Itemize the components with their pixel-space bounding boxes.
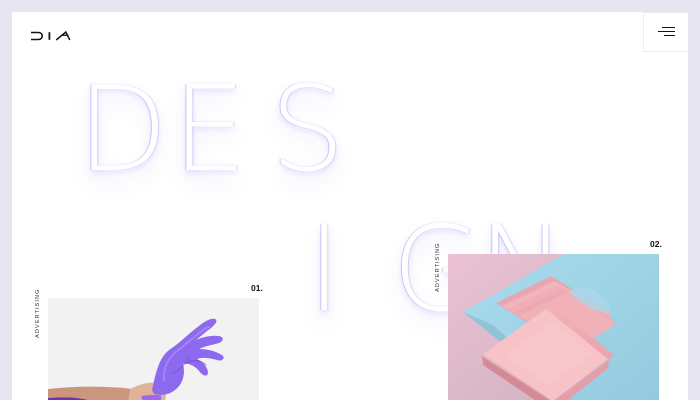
pink-business-cards-project-card[interactable] [448,254,659,400]
project-number-two: 02. [650,239,662,249]
dia-logo-icon [31,30,71,41]
project-category-two: ADVERTISING [435,242,441,292]
project-number-one: 01. [251,283,263,293]
hero-letter-d: D [77,60,168,198]
dia-logo[interactable] [30,30,72,42]
menu-line [657,31,675,33]
menu-button[interactable] [643,12,688,52]
hero-letter-e: E [172,60,247,198]
design-page: D E S I G N 01. ADVERTISING 02. ADVERTIS… [12,12,688,400]
menu-line [661,27,675,29]
hero-letter-s: S [270,60,345,198]
menu-icon [657,27,675,37]
purple-hand-project-card[interactable] [48,298,259,400]
purple-hand-image [48,298,259,400]
project-category-one: ADVERTISING [35,288,41,338]
pink-business-cards-image [448,254,659,400]
menu-line [663,35,675,37]
hero-letter-i: I [307,200,342,338]
